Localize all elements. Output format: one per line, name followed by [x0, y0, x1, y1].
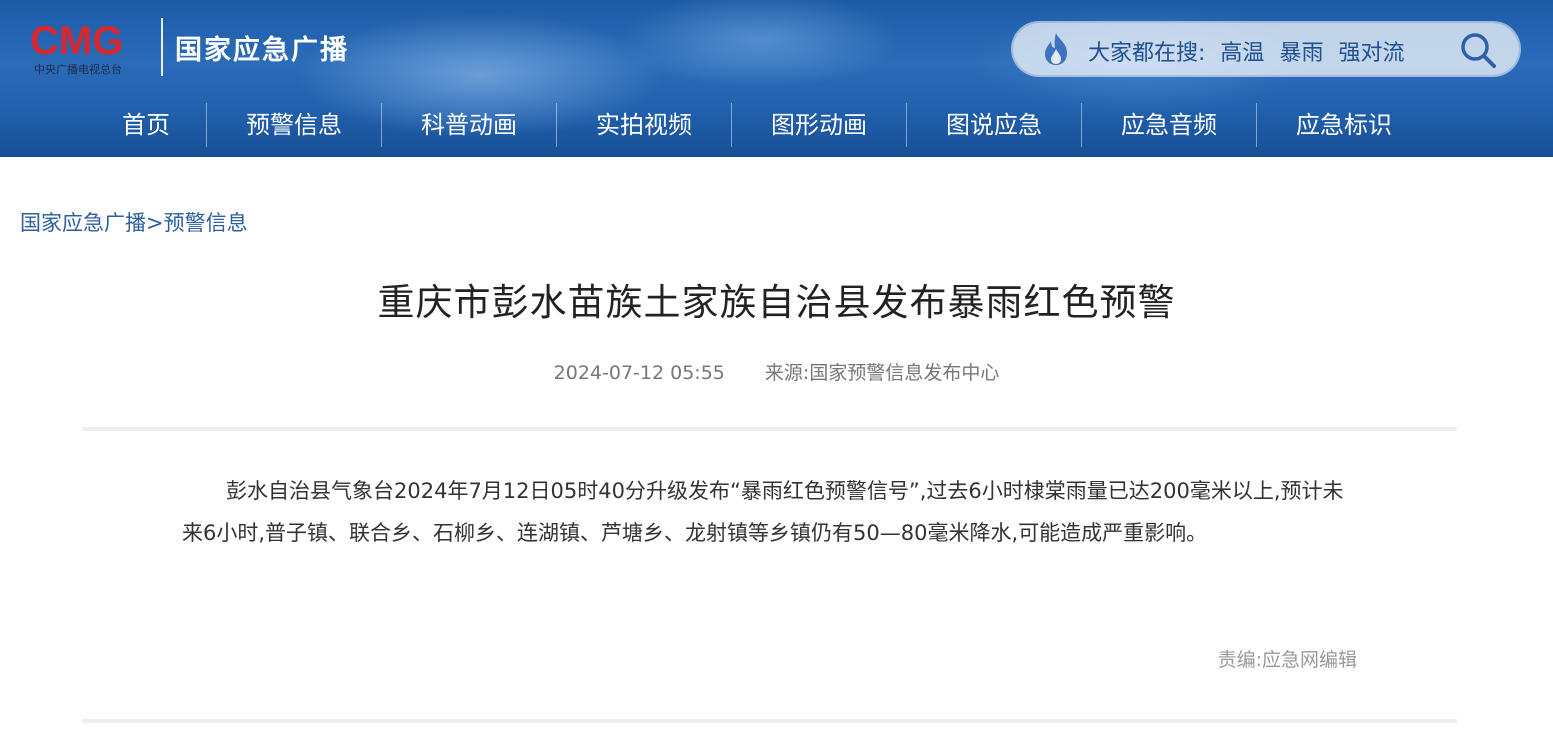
article-source: 来源:国家预警信息发布中心: [764, 362, 1000, 384]
nav-item-audio[interactable]: 应急音频: [1081, 103, 1256, 147]
content-divider-bottom: [82, 719, 1457, 723]
nav-item-animation[interactable]: 科普动画: [381, 103, 556, 147]
article-meta: 2024-07-12 05:55 来源:国家预警信息发布中心: [0, 358, 1553, 385]
nav-item-illustrated[interactable]: 图说应急: [906, 103, 1081, 147]
logo-mark: CMG: [30, 19, 123, 63]
hot-keyword[interactable]: 暴雨: [1279, 41, 1323, 66]
nav-item-graphic-animation[interactable]: 图形动画: [731, 103, 906, 147]
hot-keyword[interactable]: 强对流: [1338, 41, 1404, 66]
nav-item-signs[interactable]: 应急标识: [1256, 103, 1431, 147]
search-icon[interactable]: [1459, 31, 1497, 69]
hot-keyword[interactable]: 高温: [1220, 41, 1264, 66]
header-divider: [0, 155, 1553, 157]
search-bar[interactable]: 大家都在搜: 高温 暴雨 强对流: [1013, 23, 1519, 75]
article-title: 重庆市彭水苗族土家族自治县发布暴雨红色预警: [377, 281, 1176, 324]
site-header: CMG 中央广播电视总台 国家应急广播 大家都在搜: 高温 暴雨 强对流 首页 …: [0, 0, 1553, 157]
breadcrumb: 国家应急广播>预警信息: [20, 207, 248, 237]
hot-label: 大家都在搜:: [1088, 41, 1206, 66]
breadcrumb-separator: >: [146, 211, 164, 235]
nav-item-warnings[interactable]: 预警信息: [206, 103, 381, 147]
hot-search: 大家都在搜: 高温 暴雨 强对流: [1088, 35, 1404, 67]
content-divider-top: [82, 427, 1457, 431]
breadcrumb-root[interactable]: 国家应急广播: [20, 211, 146, 235]
logo-subtext: 中央广播电视总台: [34, 62, 122, 76]
nav-item-video[interactable]: 实拍视频: [556, 103, 731, 147]
article-editor: 责编:应急网编辑: [1217, 649, 1357, 671]
flame-icon: [1045, 33, 1067, 65]
cmg-logo[interactable]: CMG 中央广播电视总台: [28, 16, 168, 80]
breadcrumb-current[interactable]: 预警信息: [164, 211, 248, 235]
main-nav: 首页 预警信息 科普动画 实拍视频 图形动画 图说应急 应急音频 应急标识: [86, 103, 1431, 147]
site-name[interactable]: 国家应急广播: [175, 28, 349, 67]
article-body: 彭水自治县气象台2024年7月12日05时40分升级发布“暴雨红色预警信号”,过…: [182, 479, 1344, 545]
nav-item-home[interactable]: 首页: [86, 103, 206, 147]
publish-date: 2024-07-12 05:55: [553, 362, 725, 384]
